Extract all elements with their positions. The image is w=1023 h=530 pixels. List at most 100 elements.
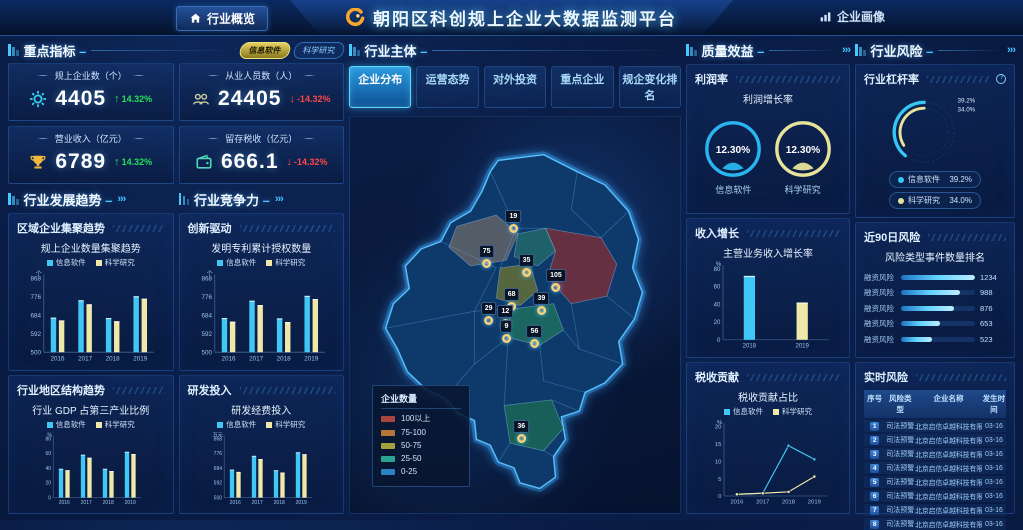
svg-text:万元: 万元: [212, 432, 222, 438]
filter-信息软件[interactable]: 信息软件: [238, 42, 292, 59]
map-marker[interactable]: 35: [519, 254, 535, 277]
svg-text:592: 592: [30, 331, 41, 338]
more-icon[interactable]: [842, 44, 850, 56]
filter-科学研究[interactable]: 科学研究: [292, 42, 346, 59]
people-icon: [192, 90, 210, 108]
realtime-risk-row[interactable]: 5司法预警北京启信卓越科技有限公司03-16: [864, 476, 1006, 488]
leverage-chart-host: 39.2%34.0%信息软件39.2%科学研究34.0%: [864, 89, 1006, 211]
realtime-risk-row[interactable]: 2司法预警北京启信卓越科技有限公司03-16: [864, 434, 1006, 446]
more-icon[interactable]: [1007, 44, 1015, 56]
map-legend-item: 25-50: [381, 454, 461, 463]
legend-swatch: [381, 456, 395, 462]
nav-enterprise-portrait[interactable]: 企业画像: [819, 8, 885, 25]
tab-运营态势[interactable]: 运营态势: [416, 66, 478, 108]
marker-value: 36: [513, 420, 529, 433]
svg-text:0: 0: [717, 338, 721, 344]
tab-对外投资[interactable]: 对外投资: [484, 66, 546, 108]
svg-text:12.30%: 12.30%: [785, 145, 819, 156]
marker-value: 75: [479, 245, 495, 258]
realtime-risk-table-header: 序号风险类型企业名称发生时间: [864, 390, 1006, 418]
map-marker[interactable]: 75: [479, 245, 495, 268]
section-bars-icon: [8, 193, 19, 205]
income-chart-host: 主营业务收入增长率020406080%20182019: [695, 243, 841, 351]
hatch-decoration: [747, 374, 841, 381]
competitiveness-header: 行业竞争力: [179, 189, 345, 209]
tab-企业分布[interactable]: 企业分布: [349, 66, 411, 108]
svg-text:500: 500: [201, 350, 212, 357]
wallet-icon: [195, 153, 213, 171]
rd-chart-host: 研发经费投入信息软件科学研究500592684776868万元201620172…: [188, 400, 336, 507]
map-marker[interactable]: 9: [500, 320, 512, 343]
panel-subtitle: 税收贡献: [695, 369, 739, 385]
income-growth-panel: 收入增长 主营业务收入增长率020406080%20182019: [686, 218, 850, 358]
svg-text:592: 592: [213, 481, 222, 487]
leverage-legend: 信息软件39.2%科学研究34.0%: [864, 171, 1006, 209]
patent-chart-host: 发明专利累计授权数量信息软件科学研究500592684776868个201620…: [188, 238, 336, 364]
svg-text:个: 个: [36, 270, 43, 277]
stat-card-label: 从业人员数（人）: [225, 69, 297, 82]
profit-panel: 利润率 利润增长率12.30%信息软件12.30%科学研究: [686, 64, 850, 214]
stat-card-value: 24405: [218, 87, 281, 111]
pin-icon: [502, 334, 511, 343]
stat-card-value: 6789: [55, 150, 106, 174]
svg-text:2018: 2018: [782, 500, 796, 506]
panel-subtitle: 行业地区结构趋势: [17, 382, 105, 398]
tab-重点企业[interactable]: 重点企业: [551, 66, 613, 108]
map-legend-item: 50-75: [381, 441, 461, 450]
svg-text:39.2%: 39.2%: [958, 97, 976, 104]
svg-text:20: 20: [45, 481, 51, 487]
hatch-decoration: [113, 225, 165, 232]
section-bars-icon: [179, 193, 190, 205]
map-marker[interactable]: 29: [481, 302, 497, 325]
risk-type-ranking: 融资风险1234融资风险988融资风险876融资风险653融资风险523: [864, 265, 1006, 351]
grouped_bar-chart: 020406080%2016201720182019: [17, 432, 165, 507]
realtime-risk-panel: 实时风险 序号风险类型企业名称发生时间1司法预警北京启信卓越科技有限公司03-1…: [855, 362, 1015, 514]
svg-text:500: 500: [213, 495, 222, 501]
realtime-risk-row[interactable]: 7司法预警北京启信卓越科技有限公司03-16: [864, 504, 1006, 516]
grouped_bar-chart: 500592684776868万元2016201720182019: [188, 432, 336, 507]
marker-value: 35: [519, 254, 535, 267]
map-marker[interactable]: 19: [505, 210, 521, 233]
panel-subtitle: 创新驱动: [188, 220, 232, 236]
svg-text:2016: 2016: [221, 355, 236, 362]
tax-chart-host: 税收贡献占比信息软件科学研究05101520%2016201720182019: [695, 387, 841, 507]
legend-item: 信息软件39.2%: [889, 171, 981, 188]
stat-card: 规上企业数（个）4405↑14.32%: [8, 63, 174, 121]
more-icon[interactable]: [117, 193, 125, 205]
realtime-risk-row[interactable]: 1司法预警北京启信卓越科技有限公司03-16: [864, 420, 1006, 432]
line-chart: 05101520%2016201720182019: [695, 419, 841, 507]
realtime-risk-row[interactable]: 4司法预警北京启信卓越科技有限公司03-16: [864, 462, 1006, 474]
legend-swatch: [381, 416, 395, 422]
chart-title: 主营业务收入增长率: [695, 245, 841, 260]
region-structure-panel: 行业地区结构趋势 行业 GDP 占第三产业比例信息软件科学研究020406080…: [8, 375, 174, 514]
chart-legend: 信息软件科学研究: [188, 257, 336, 268]
recent-risk-panel: 近90日风险 风险类型事件数量排名融资风险1234融资风险988融资风险876融…: [855, 222, 1015, 358]
chart-legend: 信息软件科学研究: [188, 419, 336, 430]
info-icon[interactable]: [996, 74, 1006, 84]
svg-text:%: %: [47, 432, 52, 438]
competitiveness-title: 行业竞争力: [194, 190, 270, 209]
quality-benefit-header: 质量效益: [686, 40, 850, 60]
industry-main-header: 行业主体: [349, 40, 681, 60]
map-marker[interactable]: 105: [546, 269, 566, 292]
legend-swatch: [381, 443, 395, 449]
app-title: 朝阳区科创规上企业大数据监测平台: [373, 5, 677, 30]
svg-text:60: 60: [45, 451, 51, 457]
pin-icon: [509, 224, 518, 233]
map-marker[interactable]: 36: [513, 420, 529, 443]
tab-规企变化排名[interactable]: 规企变化排名: [619, 66, 681, 108]
map-legend-item: 75-100: [381, 428, 461, 437]
map-marker[interactable]: 56: [527, 325, 543, 348]
gdp-share-chart-host: 行业 GDP 占第三产业比例信息软件科学研究020406080%20162017…: [17, 400, 165, 507]
section-bars-icon: [686, 44, 697, 56]
map-marker[interactable]: 39: [533, 292, 549, 315]
marker-value: 9: [500, 320, 512, 333]
dashboard-root: 行业概览 朝阳区科创规上企业大数据监测平台 企业画像 重点指标 信息软件科学研究…: [0, 0, 1023, 520]
legend-swatch: [381, 430, 395, 436]
nav-industry-overview[interactable]: 行业概览: [176, 6, 268, 31]
stat-card-value: 4405: [55, 87, 106, 111]
more-icon[interactable]: [275, 193, 283, 205]
realtime-risk-row[interactable]: 6司法预警北京启信卓越科技有限公司03-16: [864, 490, 1006, 502]
realtime-risk-row[interactable]: 3司法预警北京启信卓越科技有限公司03-16: [864, 448, 1006, 460]
tax-contribution-panel: 税收贡献 税收贡献占比信息软件科学研究05101520%201620172018…: [686, 362, 850, 514]
